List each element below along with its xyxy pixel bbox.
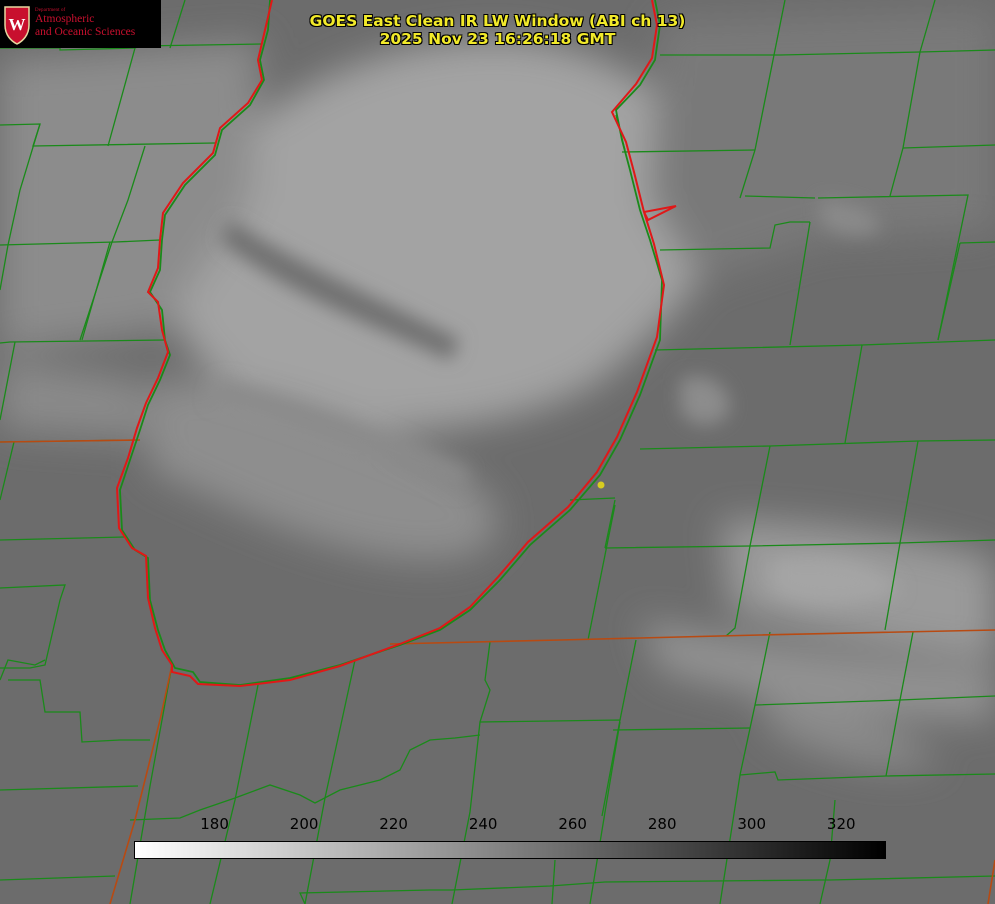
ir-satellite-image[interactable] [0,0,995,904]
image-title: GOES East Clean IR LW Window (ABI ch 13) [309,12,686,30]
colorbar-tick-180: 180 [200,815,229,833]
colorbar-tick-240: 240 [468,815,498,833]
colorbar-tick-320: 320 [826,815,856,833]
colorbar-tick-220: 220 [379,815,408,833]
colorbar-tick-260: 260 [558,815,587,833]
colorbar-tick-300: 300 [737,815,767,833]
station-marker[interactable] [597,481,605,489]
colorbar-tick-200: 200 [289,815,319,833]
colorbar-tick-280: 280 [647,815,677,833]
satellite-viewer: W Department of Atmospheric and Oceanic … [0,0,995,904]
image-timestamp: 2025 Nov 23 16:26:18 GMT [379,30,616,48]
temperature-colorbar [134,841,886,859]
